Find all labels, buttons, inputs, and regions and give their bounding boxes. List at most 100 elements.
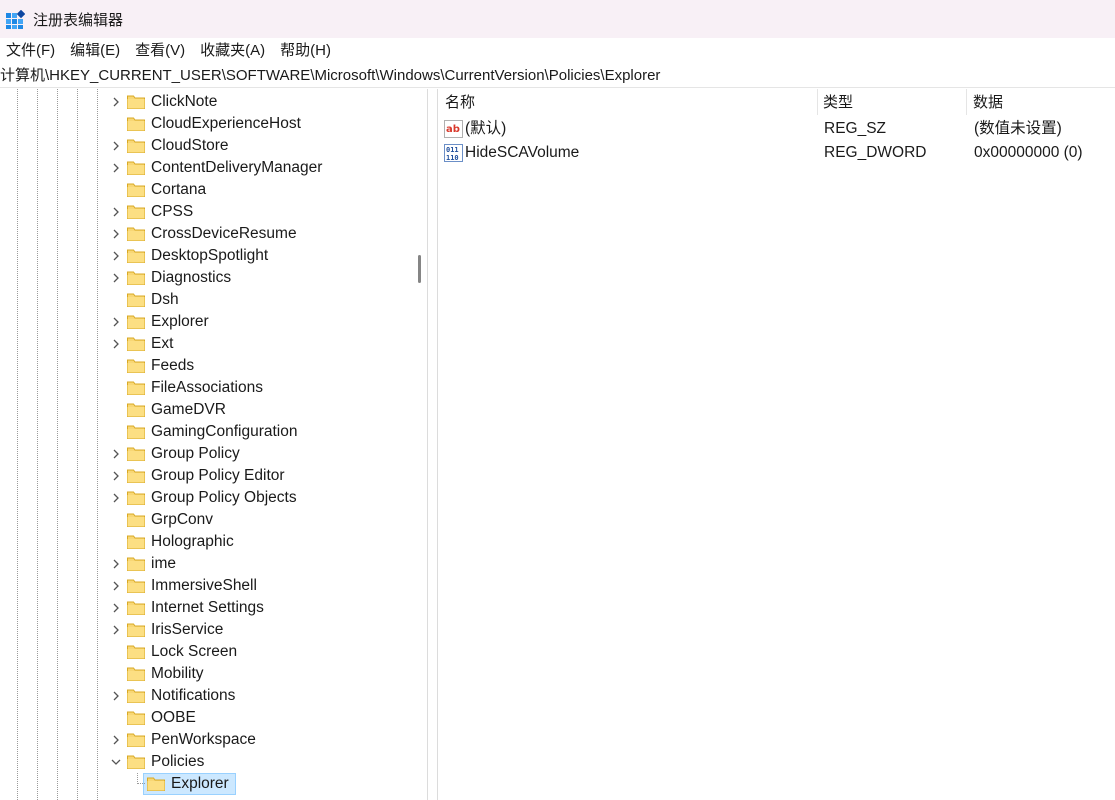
chevron-right-icon[interactable] [108,267,124,289]
chevron-right-icon[interactable] [108,487,124,509]
tree-node-label: GrpConv [151,511,214,528]
menu-edit[interactable]: 编辑(E) [64,38,129,64]
tree-node[interactable]: Policies [0,751,410,773]
tree-node[interactable]: Ext [0,333,410,355]
column-header-data[interactable]: 数据 [966,89,1115,117]
tree-node-label: CloudStore [151,137,229,154]
tree-node-label: ImmersiveShell [151,577,257,594]
menu-view[interactable]: 查看(V) [129,38,194,64]
folder-icon [127,248,145,263]
folder-icon [127,160,145,175]
chevron-right-icon[interactable] [108,619,124,641]
tree-node[interactable]: Dsh [0,289,410,311]
tree-node-label: Holographic [151,533,234,550]
tree-node[interactable]: GrpConv [0,509,410,531]
tree-node[interactable]: Group Policy Editor [0,465,410,487]
folder-icon [127,534,145,549]
tree-node[interactable]: Feeds [0,355,410,377]
address-bar[interactable]: 计算机\HKEY_CURRENT_USER\SOFTWARE\Microsoft… [0,64,1115,88]
menu-help[interactable]: 帮助(H) [274,38,340,64]
tree-node[interactable]: CrossDeviceResume [0,223,410,245]
tree-node[interactable]: DesktopSpotlight [0,245,410,267]
key-tree[interactable]: ClickNote CloudExperienceHost CloudStore Co… [0,89,428,800]
chevron-right-icon[interactable] [108,135,124,157]
folder-icon [127,314,145,329]
chevron-right-icon[interactable] [108,465,124,487]
tree-node[interactable]: Cortana [0,179,410,201]
tree-node-label: Mobility [151,665,204,682]
value-data: (数值未设置) [974,120,1062,137]
tree-node[interactable]: Group Policy [0,443,410,465]
chevron-right-icon[interactable] [108,333,124,355]
tree-node-label: PenWorkspace [151,731,256,748]
tree-node[interactable]: Mobility [0,663,410,685]
tree-node-label: CPSS [151,203,194,220]
tree-node-label: Lock Screen [151,643,238,660]
tree-node-label: Notifications [151,687,236,704]
chevron-right-icon[interactable] [108,443,124,465]
tree-node[interactable]: OOBE [0,707,410,729]
tree-node[interactable]: Diagnostics [0,267,410,289]
tree-node[interactable]: IrisService [0,619,410,641]
tree-node-label: FileAssociations [151,379,263,396]
column-header-type[interactable]: 类型 [816,89,966,117]
value-row[interactable]: 011 110 HideSCAVolume REG_DWORD 0x000000… [438,141,1115,165]
tree-node[interactable]: ime [0,553,410,575]
tree-node[interactable]: Holographic [0,531,410,553]
value-row[interactable]: ab (默认) REG_SZ (数值未设置) [438,117,1115,141]
tree-node[interactable]: Explorer [0,311,410,333]
chevron-right-icon[interactable] [108,223,124,245]
folder-icon [127,182,145,197]
folder-icon [127,644,145,659]
tree-node[interactable]: Group Policy Objects [0,487,410,509]
folder-icon [127,116,145,131]
chevron-right-icon[interactable] [108,575,124,597]
tree-node-label: Explorer [151,313,209,330]
chevron-right-icon[interactable] [108,245,124,267]
tree-scrollbar-thumb[interactable] [418,255,421,283]
chevron-right-icon[interactable] [108,729,124,751]
tree-node[interactable]: ContentDeliveryManager [0,157,410,179]
tree-node[interactable]: ImmersiveShell [0,575,410,597]
tree-connector [137,773,145,784]
tree-node[interactable]: Explorer [0,773,410,795]
column-header-name[interactable]: 名称 [438,89,818,117]
tree-node[interactable]: Lock Screen [0,641,410,663]
chevron-right-icon[interactable] [108,553,124,575]
tree-node[interactable]: Internet Settings [0,597,410,619]
tree-node-label: Diagnostics [151,269,232,286]
folder-icon [127,710,145,725]
tree-node-label: Feeds [151,357,195,374]
folder-icon [127,512,145,527]
tree-node[interactable]: GameDVR [0,399,410,421]
chevron-right-icon[interactable] [108,311,124,333]
tree-node[interactable]: Notifications [0,685,410,707]
chevron-right-icon[interactable] [108,91,124,113]
tree-node[interactable]: PenWorkspace [0,729,410,751]
chevron-right-icon[interactable] [108,597,124,619]
svg-text:110: 110 [446,154,459,162]
chevron-right-icon[interactable] [108,685,124,707]
folder-icon [127,600,145,615]
chevron-right-icon[interactable] [108,201,124,223]
tree-node[interactable]: CloudStore [0,135,410,157]
tree-node[interactable]: CPSS [0,201,410,223]
chevron-down-icon[interactable] [108,751,124,773]
tree-node-label: Group Policy Editor [151,467,285,484]
menu-favorites[interactable]: 收藏夹(A) [194,38,274,64]
folder-icon [127,402,145,417]
tree-node[interactable]: ClickNote [0,91,410,113]
tree-node-label: CrossDeviceResume [151,225,297,242]
pane-splitter[interactable] [428,89,438,800]
folder-icon [127,204,145,219]
folder-icon [127,94,145,109]
tree-node[interactable]: CloudExperienceHost [0,113,410,135]
menu-file[interactable]: 文件(F) [0,38,64,64]
folder-icon [127,578,145,593]
tree-node[interactable]: GamingConfiguration [0,421,410,443]
values-list[interactable]: 名称 类型 数据 ab (默认) REG_SZ (数值未设置) 011 110 … [438,89,1115,800]
folder-icon [127,622,145,637]
tree-node[interactable]: FileAssociations [0,377,410,399]
chevron-right-icon[interactable] [108,157,124,179]
tree-node-label: Explorer [171,775,229,792]
